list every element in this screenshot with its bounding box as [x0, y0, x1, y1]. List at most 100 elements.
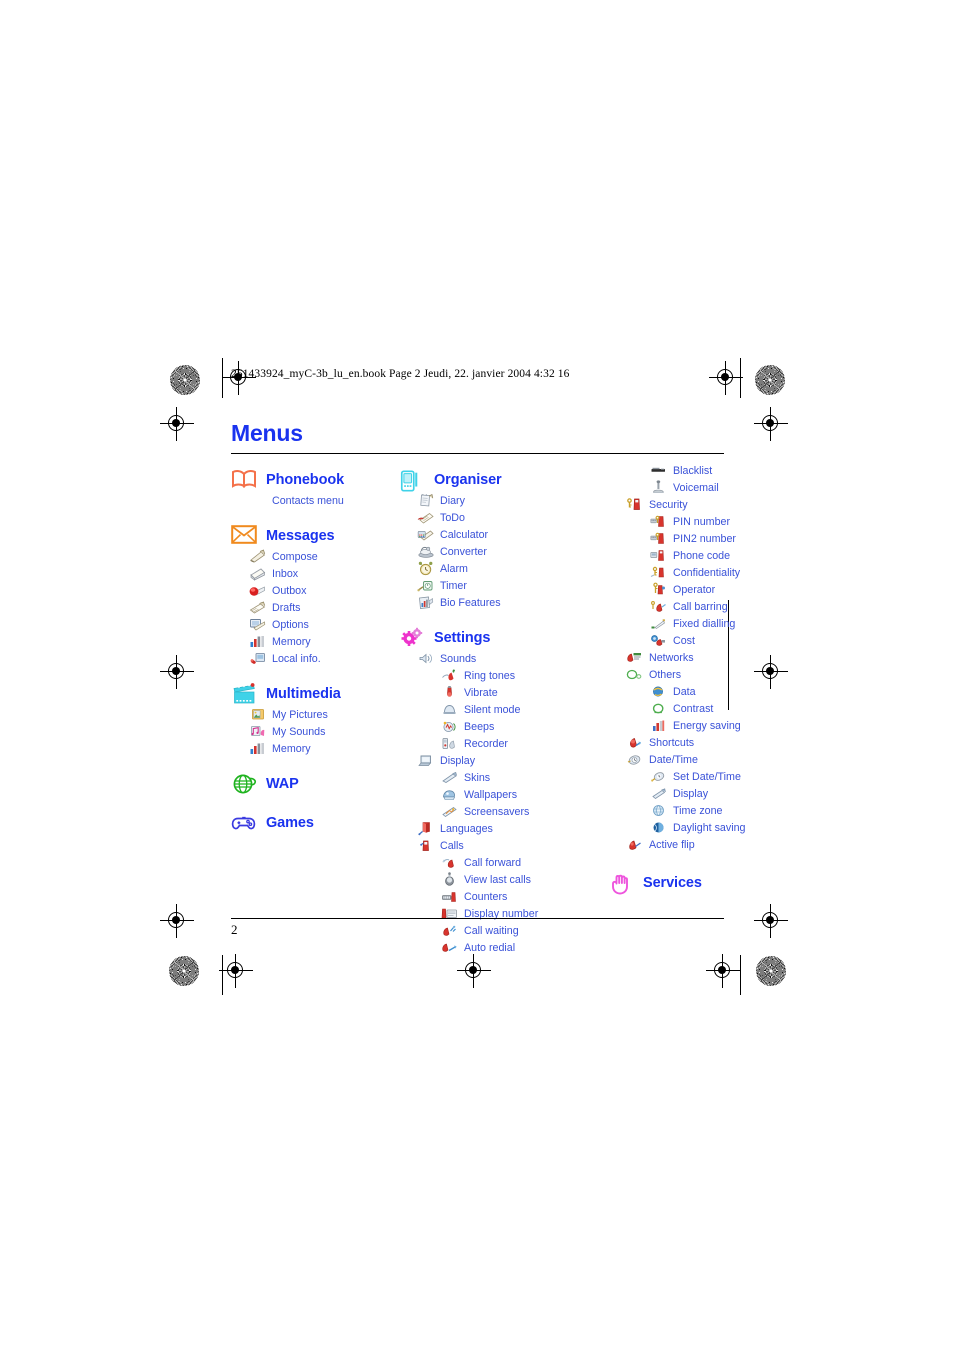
menu-item-energy-saving[interactable]: Energy saving	[608, 717, 758, 734]
menu-group-organiser[interactable]: Organiser	[399, 468, 574, 492]
ring-tones-icon	[441, 668, 458, 683]
menu-group-multimedia[interactable]: Multimedia	[231, 682, 396, 706]
display-small-icon	[650, 786, 667, 801]
languages-icon	[417, 821, 434, 836]
menu-item-contrast[interactable]: Contrast	[608, 700, 758, 717]
menu-item-sounds[interactable]: Sounds	[399, 650, 574, 667]
menu-group-wap[interactable]: WAP	[231, 772, 396, 796]
menu-item-label: Call waiting	[464, 924, 519, 937]
menu-item-calls[interactable]: Calls	[399, 837, 574, 854]
menu-item-converter[interactable]: Converter	[399, 543, 574, 560]
menu-item-display-small[interactable]: Display	[608, 785, 758, 802]
menu-item-security[interactable]: Security	[608, 496, 758, 513]
menu-item-pin2-number[interactable]: PIN2 number	[608, 530, 758, 547]
menu-item-label: Display	[673, 787, 709, 800]
menu-item-diary[interactable]: Diary	[399, 492, 574, 509]
active-flip-icon	[626, 837, 643, 852]
menu-item-fixed-dialling[interactable]: Fixed dialling	[608, 615, 758, 632]
menu-item-auto-redial[interactable]: Auto redial	[399, 939, 574, 956]
menu-item-beeps[interactable]: Beeps	[399, 718, 574, 735]
menu-item-date-time[interactable]: Date/Time	[608, 751, 758, 768]
menu-item-label: PIN number	[673, 515, 731, 528]
menu-item-others[interactable]: Others	[608, 666, 758, 683]
menu-item-label: Set Date/Time	[673, 770, 741, 783]
energy-saving-icon	[650, 718, 667, 733]
menu-item-call-barring[interactable]: Call barring	[608, 598, 758, 615]
fixed-dialling-icon	[650, 616, 667, 631]
menu-item-skins[interactable]: Skins	[399, 769, 574, 786]
menu-item-label: My Sounds	[272, 725, 326, 738]
menu-item-cost[interactable]: Cost	[608, 632, 758, 649]
file-stamp: 251433924_myC-3b_lu_en.book Page 2 Jeudi…	[231, 368, 570, 380]
menu-item-timer[interactable]: Timer	[399, 577, 574, 594]
menu-item-set-date-time[interactable]: Set Date/Time	[608, 768, 758, 785]
menu-item-label: Sounds	[440, 652, 477, 665]
menu-item-options[interactable]: Options	[231, 616, 396, 633]
auto-redial-icon	[441, 940, 458, 955]
menu-item-shortcuts[interactable]: Shortcuts	[608, 734, 758, 751]
menu-item-display[interactable]: Display	[399, 752, 574, 769]
menu-item-active-flip[interactable]: Active flip	[608, 836, 758, 853]
menu-item-compose[interactable]: Compose	[231, 548, 396, 565]
menu-item-blacklist[interactable]: Blacklist	[608, 462, 758, 479]
menu-group-messages[interactable]: Messages	[231, 524, 396, 548]
menu-item-recorder[interactable]: Recorder	[399, 735, 574, 752]
menu-group-services[interactable]: Services	[608, 871, 758, 895]
menu-group-games[interactable]: Games	[231, 811, 396, 835]
menu-item-my-pictures[interactable]: My Pictures	[231, 706, 396, 723]
menu-group-label: Games	[266, 815, 314, 831]
menu-item-counters[interactable]: Counters	[399, 888, 574, 905]
menu-item-call-waiting[interactable]: Call waiting	[399, 922, 574, 939]
menu-item-memory-2[interactable]: Memory	[231, 740, 396, 757]
menu-item-view-last-calls[interactable]: View last calls	[399, 871, 574, 888]
menu-item-call-forward[interactable]: Call forward	[399, 854, 574, 871]
menu-item-daylight-saving[interactable]: Daylight saving	[608, 819, 758, 836]
menu-item-networks[interactable]: Networks	[608, 649, 758, 666]
menu-item-ring-tones[interactable]: Ring tones	[399, 667, 574, 684]
skins-icon	[441, 770, 458, 785]
sounds-icon	[417, 651, 434, 666]
menu-item-todo[interactable]: ToDo	[399, 509, 574, 526]
menu-item-memory[interactable]: Memory	[231, 633, 396, 650]
menu-item-label: View last calls	[464, 873, 531, 886]
gamepad-icon	[231, 812, 257, 834]
globe-icon	[231, 773, 257, 795]
menu-item-contacts-menu[interactable]: Contacts menu	[231, 492, 396, 509]
menu-group-phonebook[interactable]: Phonebook	[231, 468, 396, 492]
menu-item-label: Inbox	[272, 567, 299, 580]
menu-item-voicemail[interactable]: Voicemail	[608, 479, 758, 496]
menu-item-pin-number[interactable]: PIN number	[608, 513, 758, 530]
menu-item-screensavers[interactable]: Screensavers	[399, 803, 574, 820]
menu-item-operator[interactable]: Operator	[608, 581, 758, 598]
menu-item-drafts[interactable]: Drafts	[231, 599, 396, 616]
title-rule	[231, 453, 724, 455]
menu-item-data[interactable]: Data	[608, 683, 758, 700]
menu-item-outbox[interactable]: Outbox	[231, 582, 396, 599]
menu-item-time-zone[interactable]: Time zone	[608, 802, 758, 819]
menu-item-local-info[interactable]: Local info.	[231, 650, 396, 667]
menu-item-wallpapers[interactable]: Wallpapers	[399, 786, 574, 803]
menu-item-label: Outbox	[272, 584, 307, 597]
menu-item-label: Call forward	[464, 856, 522, 869]
menu-item-phone-code[interactable]: Phone code	[608, 547, 758, 564]
date-time-icon	[626, 752, 643, 767]
menu-item-my-sounds[interactable]: My Sounds	[231, 723, 396, 740]
menu-item-alarm[interactable]: Alarm	[399, 560, 574, 577]
menu-item-label: Security	[649, 498, 688, 511]
menu-item-calculator[interactable]: Calculator	[399, 526, 574, 543]
memory-icon	[249, 634, 266, 649]
registration-mark	[160, 407, 194, 441]
menu-item-confidentiality[interactable]: Confidentiality	[608, 564, 758, 581]
menu-item-vibrate[interactable]: Vibrate	[399, 684, 574, 701]
menu-item-label: ToDo	[440, 511, 465, 524]
call-barring-icon	[650, 599, 667, 614]
menu-item-languages[interactable]: Languages	[399, 820, 574, 837]
menu-group-settings[interactable]: Settings	[399, 626, 574, 650]
menu-item-label: Timer	[440, 579, 467, 592]
menu-item-silent-mode[interactable]: Silent mode	[399, 701, 574, 718]
menu-item-bio-features[interactable]: Bio Features	[399, 594, 574, 611]
menu-item-label: Memory	[272, 742, 311, 755]
menu-item-display-number[interactable]: Display number	[399, 905, 574, 922]
menu-item-inbox[interactable]: Inbox	[231, 565, 396, 582]
security-icon	[626, 497, 643, 512]
